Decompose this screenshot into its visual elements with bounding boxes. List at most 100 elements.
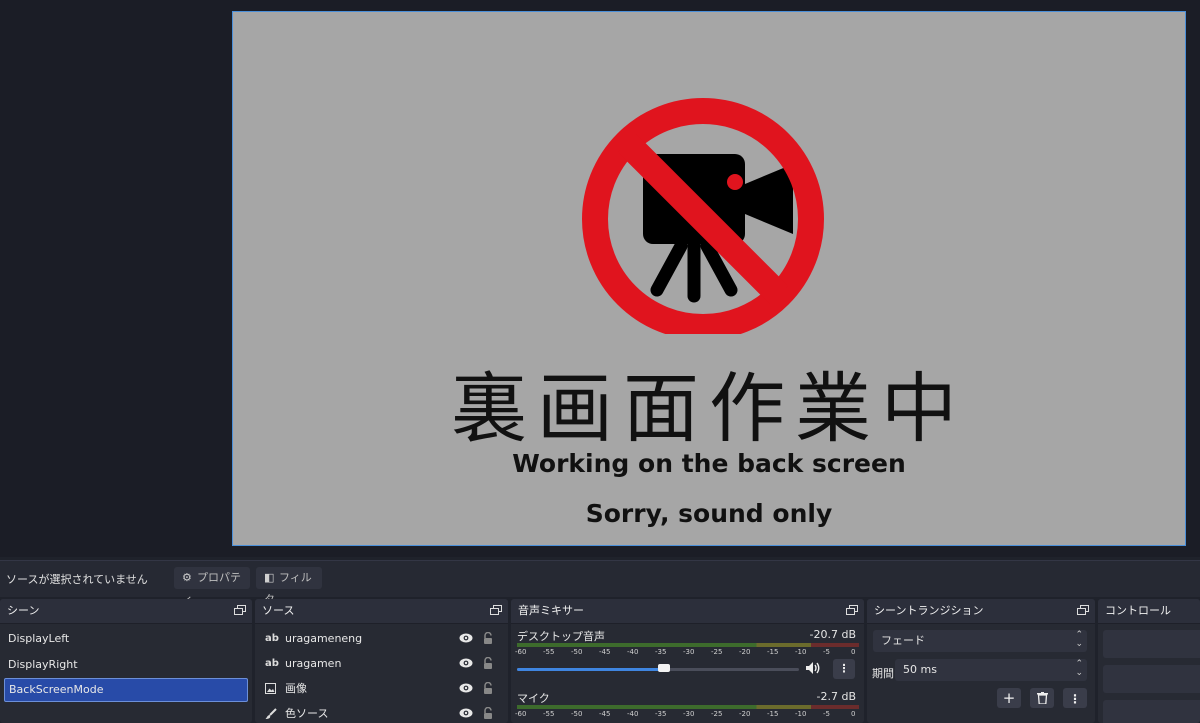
more-menu-icon[interactable]: ⋮ xyxy=(833,659,855,679)
scenes-dock-header: シーン xyxy=(0,599,252,624)
scene-list: DisplayLeft DisplayRight BackScreenMode xyxy=(0,624,252,702)
lock-icon[interactable] xyxy=(483,632,493,644)
preview-en-line1: Working on the back screen xyxy=(512,449,906,478)
transition-selected: フェード xyxy=(881,634,925,647)
scene-item-selected[interactable]: BackScreenMode xyxy=(4,678,248,702)
lock-icon[interactable] xyxy=(483,707,493,719)
meter-tick-label: -35 xyxy=(655,648,667,656)
meter-tick-label: -10 xyxy=(795,710,807,718)
sources-dock: ソース ab uragameneng ab uragamen 画像 色ソース xyxy=(255,599,508,723)
meter-tick-label: -30 xyxy=(683,710,695,718)
meter-tick-label: -30 xyxy=(683,648,695,656)
mixer-dock-header: 音声ミキサー xyxy=(511,599,864,624)
channel-name: マイク xyxy=(517,692,550,705)
meter-tick-label: -40 xyxy=(627,648,639,656)
transitions-dock: シーントランジション フェード ⌃ ⌄ 期間 50 ms ⌃ ⌄ + ⋮ xyxy=(867,599,1095,723)
meter-tick-label: -55 xyxy=(543,648,555,656)
undock-icon[interactable] xyxy=(234,605,246,616)
meter-tick-label: -35 xyxy=(655,710,667,718)
source-label: uragameneng xyxy=(285,632,363,645)
source-label: 色ソース xyxy=(285,707,329,720)
undock-icon[interactable] xyxy=(846,605,858,616)
virtual-camera-button[interactable] xyxy=(1103,700,1200,723)
meter-tick-label: 0 xyxy=(851,710,856,718)
spin-arrows-icon[interactable]: ⌃ ⌄ xyxy=(1075,660,1083,678)
lock-icon[interactable] xyxy=(483,657,493,669)
source-item[interactable]: ab uragamen xyxy=(255,651,508,676)
meter-tick-label: -15 xyxy=(767,710,779,718)
lock-icon[interactable] xyxy=(483,682,493,694)
brush-icon xyxy=(265,708,277,719)
filters-button[interactable]: ◧フィルタ xyxy=(256,567,322,606)
meter-tick-label: -45 xyxy=(599,648,611,656)
source-label: 画像 xyxy=(285,682,307,695)
meter-tick-label: -20 xyxy=(739,710,751,718)
duration-value: 50 ms xyxy=(903,663,937,676)
preview-canvas[interactable]: 裏画面作業中 Working on the back screen Sorry,… xyxy=(232,11,1186,546)
volume-meter xyxy=(517,643,859,647)
speaker-icon[interactable] xyxy=(805,661,821,675)
mixer-dock: 音声ミキサー デスクトップ音声 -20.7 dB -60 -55 -50 -45 -40… xyxy=(511,599,864,723)
add-transition-button[interactable]: + xyxy=(997,688,1021,708)
meter-tick-label: -60 xyxy=(515,710,527,718)
mixer-title: 音声ミキサー xyxy=(518,604,584,617)
meter-ticks: -60 -55 -50 -45 -40 -35 -30 -25 -20 -15 -10 -5 0 xyxy=(515,710,861,720)
duration-field[interactable]: 50 ms ⌃ ⌄ xyxy=(895,659,1087,681)
scene-item[interactable]: DisplayRight xyxy=(0,652,252,678)
remove-transition-button[interactable] xyxy=(1030,688,1054,708)
meter-tick-label: -5 xyxy=(823,710,830,718)
mixer-channel: マイク -2.7 dB -60 -55 -50 -45 -40 -35 -30 -25 -20-… xyxy=(511,686,864,723)
meter-tick-label: -50 xyxy=(571,710,583,718)
eye-icon[interactable] xyxy=(459,683,473,693)
start-streaming-button[interactable] xyxy=(1103,630,1200,658)
meter-tick-label: -40 xyxy=(627,710,639,718)
start-recording-button[interactable] xyxy=(1103,665,1200,693)
trash-icon xyxy=(1036,692,1048,705)
source-item[interactable]: ab uragameneng xyxy=(255,626,508,651)
gear-icon: ⚙ xyxy=(182,571,192,584)
undock-icon[interactable] xyxy=(1077,605,1089,616)
source-item[interactable]: 色ソース xyxy=(255,701,508,723)
meter-tick-label: -10 xyxy=(795,648,807,656)
channel-name: デスクトップ音声 xyxy=(517,630,605,643)
preview-area: 裏画面作業中 Working on the back screen Sorry,… xyxy=(0,0,1200,557)
transition-menu-button[interactable]: ⋮ xyxy=(1063,688,1087,708)
meter-tick-label: -5 xyxy=(823,648,830,656)
no-source-label: ソースが選択されていません xyxy=(6,573,148,586)
scenes-dock: シーン DisplayLeft DisplayRight BackScreenM… xyxy=(0,599,252,723)
volume-knob[interactable] xyxy=(657,664,670,672)
eye-icon[interactable] xyxy=(459,658,473,668)
transitions-dock-header: シーントランジション xyxy=(867,599,1095,624)
plus-icon: + xyxy=(1002,689,1016,707)
channel-db: -2.7 dB xyxy=(816,690,857,703)
properties-button[interactable]: ⚙プロパティ xyxy=(174,567,250,606)
channel-db: -20.7 dB xyxy=(809,628,857,641)
meter-ticks: -60 -55 -50 -45 -40 -35 -30 -25 -20 -15 -10 -5 0 xyxy=(515,648,861,658)
eye-icon[interactable] xyxy=(459,633,473,643)
eye-icon[interactable] xyxy=(459,708,473,718)
no-camera-sign-icon xyxy=(582,98,824,334)
meter-tick-label: -15 xyxy=(767,648,779,656)
transitions-title: シーントランジション xyxy=(874,604,984,617)
meter-tick-label: -55 xyxy=(543,710,555,718)
meter-tick-label: -20 xyxy=(739,648,751,656)
source-item[interactable]: 画像 xyxy=(255,676,508,701)
controls-dock-header: コントロール xyxy=(1098,599,1200,624)
context-bar: ソースが選択されていません ⚙プロパティ ◧フィルタ xyxy=(0,560,1200,606)
meter-tick-label: -50 xyxy=(571,648,583,656)
preview-jp-title: 裏画面作業中 xyxy=(451,364,967,453)
scene-item[interactable]: DisplayLeft xyxy=(0,626,252,652)
source-label: uragamen xyxy=(285,657,342,670)
volume-slider[interactable] xyxy=(517,664,799,672)
controls-title: コントロール xyxy=(1105,604,1171,617)
transition-select[interactable]: フェード ⌃ ⌄ xyxy=(873,630,1087,652)
mixer-channel: デスクトップ音声 -20.7 dB -60 -55 -50 -45 -40 -35 -30 -… xyxy=(511,624,864,686)
text-source-icon: ab xyxy=(265,658,279,669)
preview-en-line2: Sorry, sound only xyxy=(585,499,833,528)
image-icon xyxy=(265,683,276,694)
meter-tick-label: -60 xyxy=(515,648,527,656)
spin-arrows-icon: ⌃ ⌄ xyxy=(1075,630,1083,649)
sources-title: ソース xyxy=(262,604,295,617)
undock-icon[interactable] xyxy=(490,605,502,616)
volume-meter xyxy=(517,705,859,709)
